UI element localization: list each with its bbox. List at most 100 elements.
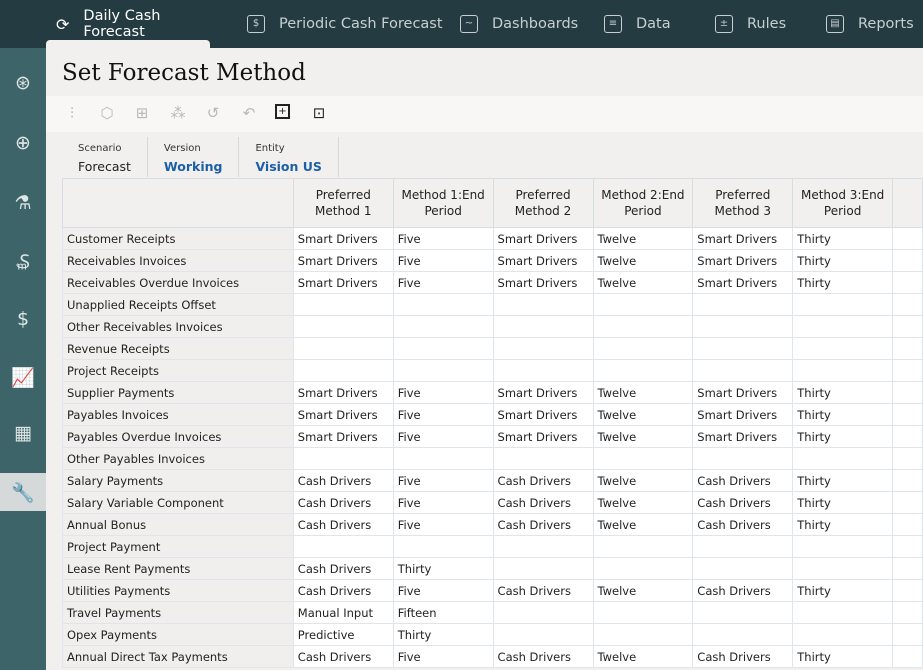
grid-cell[interactable]: Twelve [592, 249, 694, 272]
line-chart-icon[interactable]: 📈 [0, 358, 46, 396]
grid-cell[interactable]: Manual Input [292, 601, 394, 624]
grid-cell[interactable] [692, 293, 794, 316]
grid-cell[interactable]: Thirty [792, 645, 894, 668]
pov-version[interactable]: Version Working [148, 137, 240, 177]
column-header[interactable]: Method 3:End Period [792, 178, 894, 228]
grid-cell[interactable]: Cash Drivers [292, 513, 394, 536]
grid-cell[interactable] [792, 293, 894, 316]
grid-cell[interactable] [692, 359, 794, 382]
grid-cell[interactable]: Five [392, 579, 494, 602]
grid-cell[interactable] [592, 359, 694, 382]
grid-cell[interactable]: Smart Drivers [692, 227, 794, 250]
grid-cell[interactable]: Twelve [592, 491, 694, 514]
grid-cell[interactable] [792, 447, 894, 470]
column-header[interactable]: Preferred Method 1 [292, 178, 394, 228]
grid-cell[interactable]: Smart Drivers [292, 227, 394, 250]
grid-cell[interactable]: Five [392, 425, 494, 448]
cash-flow-icon[interactable]: ⊛ [0, 64, 46, 102]
grid-cell[interactable]: Cash Drivers [692, 579, 794, 602]
grid-cell[interactable]: Thirty [792, 249, 894, 272]
column-header[interactable]: Preferred Method 2 [492, 178, 594, 228]
grid-cell[interactable] [592, 535, 694, 558]
grid-cell[interactable] [592, 557, 694, 580]
grid-cell[interactable]: Cash Drivers [292, 557, 394, 580]
grid-cell[interactable]: Cash Drivers [692, 469, 794, 492]
grid-cell[interactable]: Twelve [592, 469, 694, 492]
panel-export-icon[interactable]: ⊡ [310, 104, 328, 122]
grid-cell[interactable]: Thirty [792, 271, 894, 294]
grid-cell[interactable]: Thirty [792, 491, 894, 514]
grid-cell[interactable] [692, 315, 794, 338]
hierarchy-icon[interactable]: ⁂ [169, 104, 187, 122]
grid-cell[interactable]: Five [392, 491, 494, 514]
grid-cell[interactable] [392, 293, 494, 316]
undo-icon[interactable]: ↶ [240, 104, 258, 122]
grid-cell[interactable]: Cash Drivers [492, 645, 594, 668]
grid-cell[interactable] [592, 293, 694, 316]
grid-cell[interactable]: Smart Drivers [292, 249, 394, 272]
grid-cell[interactable] [592, 315, 694, 338]
grid-cell[interactable] [792, 601, 894, 624]
grid-cell[interactable]: Fifteen [392, 601, 494, 624]
grid-cell[interactable]: Cash Drivers [492, 469, 594, 492]
tab-rules[interactable]: ± Rules [715, 0, 786, 48]
grid-cell[interactable]: Thirty [792, 227, 894, 250]
grid-cell[interactable]: Smart Drivers [692, 249, 794, 272]
history-icon[interactable]: ↺ [204, 104, 222, 122]
grid-cell[interactable] [492, 601, 594, 624]
grid-cell[interactable]: Twelve [592, 645, 694, 668]
add-comment-icon[interactable]: ⊞ [133, 104, 151, 122]
grid-cell[interactable]: Cash Drivers [492, 491, 594, 514]
grid-cell[interactable]: Smart Drivers [492, 227, 594, 250]
grid-cell[interactable] [692, 447, 794, 470]
grid-cell[interactable]: Cash Drivers [292, 579, 394, 602]
grid-cell[interactable] [292, 535, 394, 558]
grid-cell[interactable]: Five [392, 381, 494, 404]
grid-cell[interactable] [492, 315, 594, 338]
grid-cell[interactable]: Twelve [592, 381, 694, 404]
grid-cell[interactable]: Twelve [592, 513, 694, 536]
grid-cell[interactable] [492, 623, 594, 646]
grid-cell[interactable]: Twelve [592, 425, 694, 448]
tab-dashboards[interactable]: ~ Dashboards [460, 0, 578, 48]
grid-cell[interactable]: Cash Drivers [692, 513, 794, 536]
grid-cell[interactable]: Thirty [792, 469, 894, 492]
grid-cell[interactable]: Smart Drivers [492, 271, 594, 294]
grid-cell[interactable]: Five [392, 469, 494, 492]
grid-cell[interactable] [792, 337, 894, 360]
grid-cell[interactable]: Thirty [792, 403, 894, 426]
lab-flask-icon[interactable]: ⚗ [0, 184, 46, 222]
grid-cell[interactable]: Five [392, 645, 494, 668]
grid-icon[interactable]: ▦ [0, 414, 46, 452]
grid-cell[interactable]: Five [392, 403, 494, 426]
column-header[interactable]: Preferred Method 3 [692, 178, 794, 228]
grid-cell[interactable]: Five [392, 271, 494, 294]
grid-cell[interactable]: Cash Drivers [492, 513, 594, 536]
column-header[interactable]: Method 2:End Period [592, 178, 694, 228]
grid-cell[interactable]: Five [392, 249, 494, 272]
grid-cell[interactable]: Smart Drivers [292, 403, 394, 426]
grid-cell[interactable] [392, 315, 494, 338]
grid-cell[interactable]: Twelve [592, 579, 694, 602]
cube-icon[interactable]: ⬡ [98, 104, 116, 122]
grid-cell[interactable] [592, 601, 694, 624]
grid-cell[interactable]: Smart Drivers [492, 403, 594, 426]
grid-cell[interactable]: Cash Drivers [292, 645, 394, 668]
grid-cell[interactable]: Smart Drivers [692, 403, 794, 426]
grid-cell[interactable] [692, 557, 794, 580]
grid-cell[interactable] [492, 337, 594, 360]
grid-cell[interactable]: Predictive [292, 623, 394, 646]
grid-cell[interactable]: Five [392, 227, 494, 250]
grid-cell[interactable]: Cash Drivers [692, 491, 794, 514]
grid-cell[interactable]: Smart Drivers [692, 425, 794, 448]
add-circle-icon[interactable]: ⊕ [0, 124, 46, 162]
grid-cell[interactable] [292, 337, 394, 360]
grid-cell[interactable] [492, 293, 594, 316]
grid-cell[interactable]: Cash Drivers [292, 491, 394, 514]
grid-focus-icon[interactable]: + [275, 104, 290, 119]
grid-cell[interactable] [692, 601, 794, 624]
grid-cell[interactable] [292, 447, 394, 470]
pov-scenario[interactable]: Scenario Forecast [62, 137, 148, 177]
grid-cell[interactable]: Smart Drivers [692, 271, 794, 294]
grid-cell[interactable] [792, 623, 894, 646]
